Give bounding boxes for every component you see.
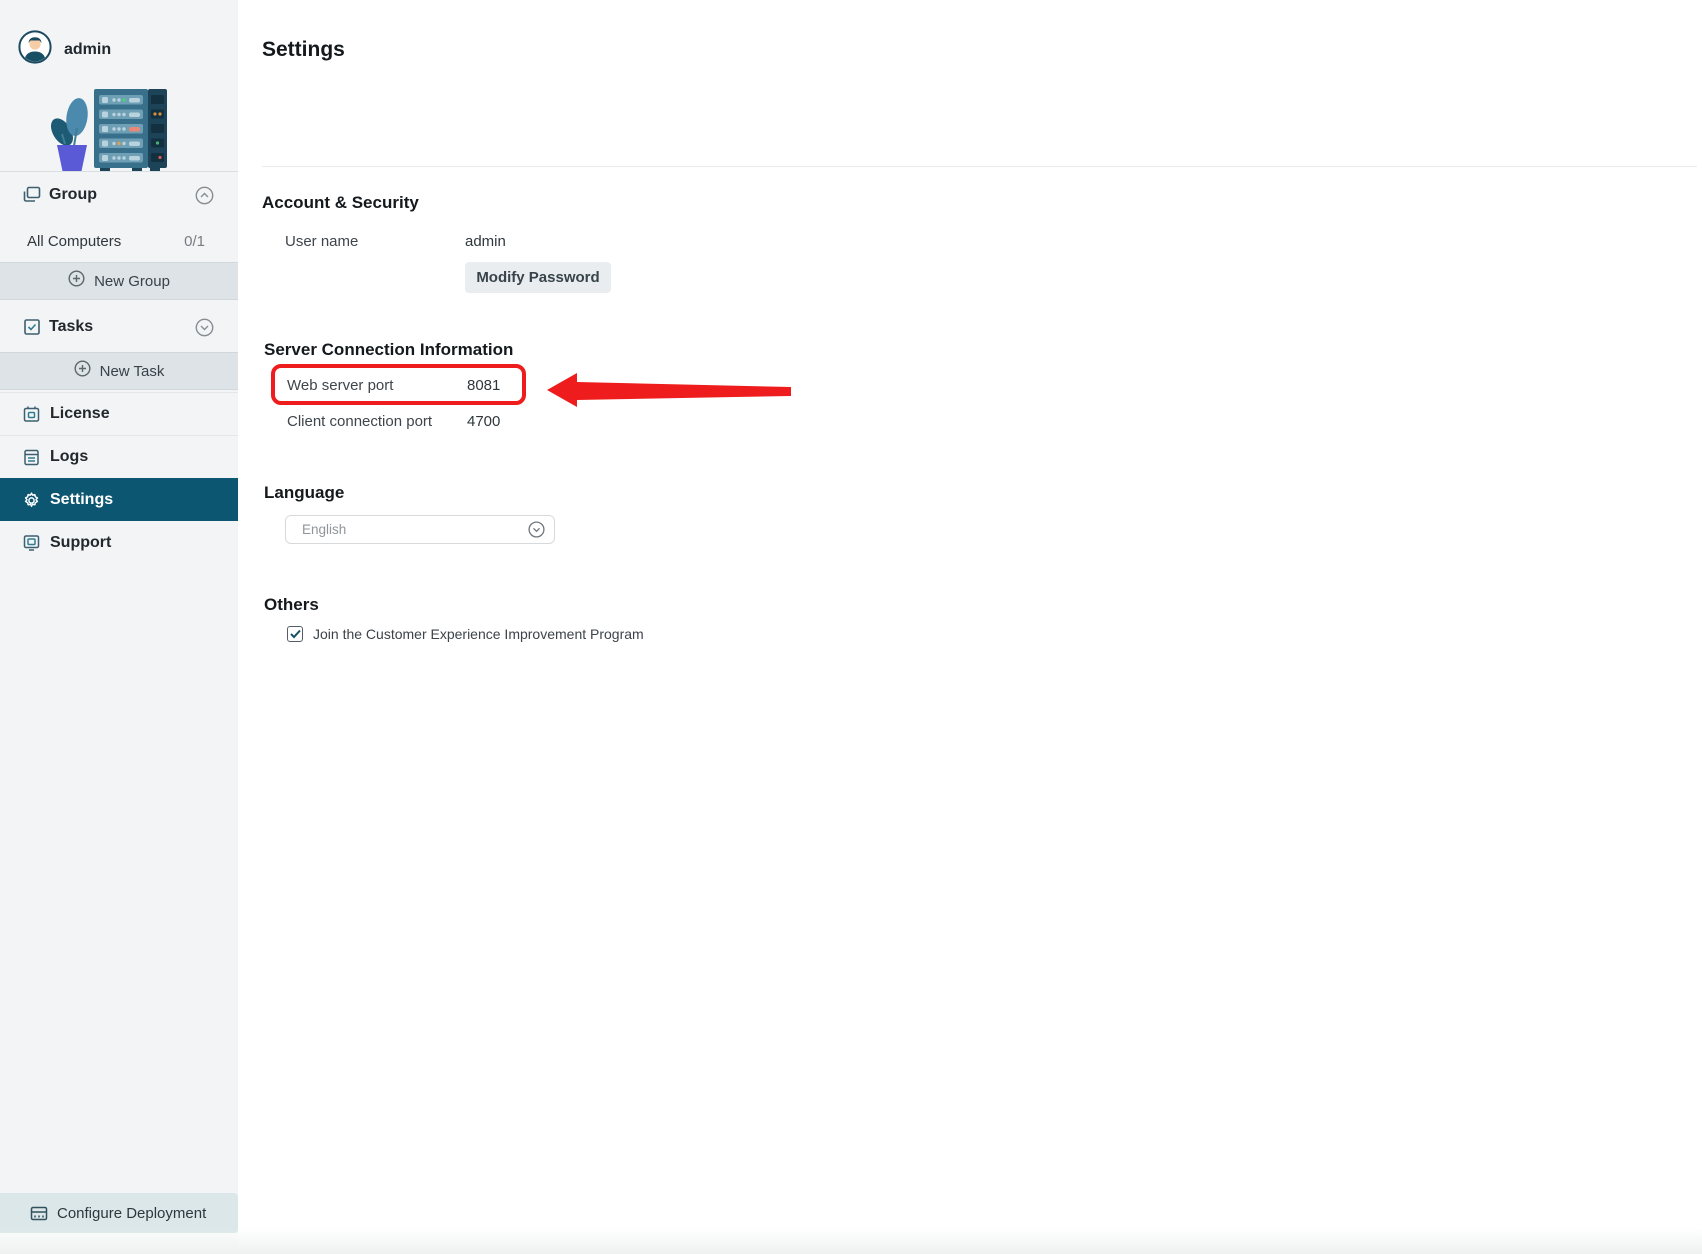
ceip-row: Join the Customer Experience Improvement…	[287, 626, 644, 642]
sidebar-divider	[0, 171, 238, 172]
sidebar-tasks-label: Tasks	[49, 318, 94, 335]
client-connection-port-value: 4700	[467, 413, 501, 430]
support-icon	[22, 533, 41, 552]
group-icon	[23, 186, 41, 204]
language-heading: Language	[264, 483, 345, 502]
configure-deployment-label: Configure Deployment	[57, 1204, 207, 1222]
web-server-port-value: 8081	[467, 377, 501, 394]
server-connection-heading: Server Connection Information	[264, 340, 514, 359]
main-content: Settings Account & Security User name ad…	[238, 0, 1702, 1254]
ceip-checkbox[interactable]	[287, 626, 303, 642]
page-title: Settings	[262, 38, 345, 61]
user-avatar-icon	[18, 30, 52, 69]
logs-icon	[22, 448, 41, 467]
sidebar-item-settings[interactable]: Settings	[0, 478, 238, 521]
modify-password-button[interactable]: Modify Password	[465, 262, 611, 293]
app-window: admin Group All Computers 0/1 New Group …	[0, 0, 1702, 1254]
logs-label: Logs	[50, 448, 89, 465]
ceip-checkbox-label[interactable]: Join the Customer Experience Improvement…	[313, 626, 644, 642]
plus-circle-icon	[68, 270, 85, 292]
settings-label: Settings	[50, 491, 114, 508]
new-group-label: New Group	[94, 272, 170, 290]
plus-circle-icon	[74, 360, 91, 382]
others-heading: Others	[264, 595, 319, 614]
sidebar: admin Group All Computers 0/1 New Group …	[0, 0, 238, 1254]
account-security-heading: Account & Security	[262, 193, 419, 212]
sidebar-section-tasks[interactable]: Tasks	[0, 310, 238, 344]
support-label: Support	[50, 533, 112, 551]
new-task-label: New Task	[99, 362, 165, 380]
new-task-button[interactable]: New Task	[0, 352, 238, 390]
sidebar-group-label: Group	[49, 186, 97, 203]
sidebar-footer-space	[0, 1233, 238, 1254]
user-name: admin	[64, 40, 112, 58]
license-icon	[22, 405, 41, 424]
sidebar-item-license[interactable]: License	[0, 392, 238, 435]
username-value: admin	[465, 233, 506, 250]
all-computers-label: All Computers	[27, 232, 122, 250]
gear-icon	[22, 491, 41, 510]
configure-deployment-button[interactable]: Configure Deployment	[0, 1193, 238, 1233]
annotation-arrow-icon	[547, 373, 791, 407]
all-computers-count: 0/1	[184, 232, 205, 250]
collapse-group-icon[interactable]	[195, 186, 214, 205]
server-illustration	[44, 84, 172, 177]
client-connection-port-label: Client connection port	[287, 413, 433, 430]
tasks-icon	[23, 318, 41, 336]
language-selected-value: English	[302, 522, 347, 537]
sidebar-item-support[interactable]: Support	[0, 521, 238, 564]
user-badge[interactable]: admin	[18, 30, 111, 69]
language-select[interactable]: English	[285, 515, 555, 544]
new-group-button[interactable]: New Group	[0, 262, 238, 300]
sidebar-item-logs[interactable]: Logs	[0, 435, 238, 478]
section-divider	[262, 166, 1697, 167]
deployment-icon	[30, 1205, 48, 1222]
license-label: License	[50, 405, 110, 422]
chevron-down-icon	[528, 521, 545, 538]
web-server-port-label: Web server port	[287, 377, 394, 394]
username-label: User name	[285, 233, 359, 250]
sidebar-section-group[interactable]: Group	[0, 178, 238, 212]
expand-tasks-icon[interactable]	[195, 318, 214, 337]
sidebar-item-all-computers[interactable]: All Computers 0/1	[0, 224, 238, 258]
